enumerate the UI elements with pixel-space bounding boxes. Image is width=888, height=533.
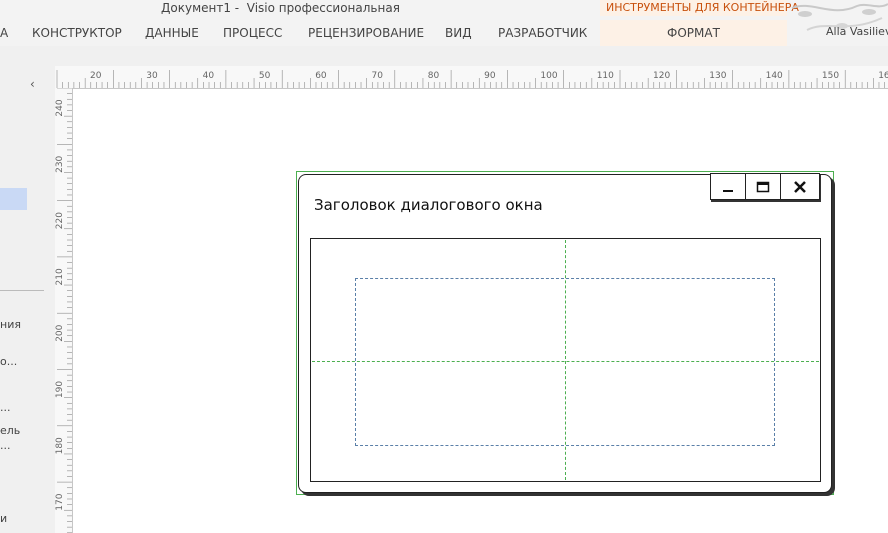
tab-partial[interactable]: А: [0, 26, 8, 40]
tab-review[interactable]: РЕЦЕНЗИРОВАНИЕ: [308, 26, 424, 40]
ruler-label: 220: [55, 212, 65, 229]
panel-selected-item[interactable]: [0, 188, 27, 210]
ribbon-collapsed-area: [0, 46, 888, 66]
ruler-label: 50: [259, 71, 271, 81]
panel-divider: [0, 290, 44, 291]
ruler-label: 90: [484, 71, 496, 81]
panel-item[interactable]: ель: [0, 424, 20, 437]
panel-item[interactable]: ...: [0, 439, 11, 452]
ruler-label: 100: [540, 71, 557, 81]
vertical-ruler: 240 230 220 210 200 190 180 170: [55, 88, 73, 533]
ruler-label: 130: [709, 71, 726, 81]
ruler-label: 60: [315, 71, 327, 81]
ruler-label: 110: [597, 71, 614, 81]
ribbon-decoration: [791, 3, 888, 31]
maximize-icon: [756, 181, 770, 192]
ruler-label: 180: [55, 437, 65, 454]
ruler-label: 240: [55, 99, 65, 116]
ruler-label: 160: [878, 71, 888, 81]
tab-designer[interactable]: КОНСТРУКТОР: [32, 26, 122, 40]
ruler-label: 150: [822, 71, 839, 81]
ruler-label: 80: [428, 71, 440, 81]
ruler-label: 120: [653, 71, 670, 81]
ruler-label: 170: [55, 493, 65, 510]
tab-format-label: ФОРМАТ: [667, 26, 720, 40]
minimize-icon: [723, 189, 733, 192]
horizontal-ruler: 20 30 40 50 60 70 80 90 100 110 120 130 140 150 160: [55, 66, 888, 89]
tab-view[interactable]: ВИД: [445, 26, 472, 40]
ruler-label: 30: [146, 71, 158, 81]
tab-format[interactable]: ФОРМАТ: [600, 20, 787, 46]
panel-item[interactable]: о...: [0, 355, 17, 368]
panel-item[interactable]: ...: [0, 401, 11, 414]
minimize-button[interactable]: [710, 173, 746, 200]
tab-data[interactable]: ДАННЫЕ: [145, 26, 199, 40]
ruler-label: 190: [55, 381, 65, 398]
horizontal-guide: [312, 361, 819, 362]
tab-process[interactable]: ПРОЦЕСС: [223, 26, 282, 40]
ruler-label: 210: [55, 268, 65, 285]
panel-item[interactable]: и: [0, 512, 7, 525]
shapes-panel: ния о... ... ель ... и: [0, 66, 55, 533]
user-name[interactable]: Alla Vasiliev: [826, 25, 888, 38]
collapse-panel-icon[interactable]: ‹: [30, 77, 35, 91]
vertical-guide: [565, 240, 566, 480]
ruler-label: 200: [55, 324, 65, 341]
tab-developer[interactable]: РАЗРАБОТЧИК: [498, 26, 587, 40]
close-button[interactable]: [780, 173, 820, 200]
panel-item[interactable]: ния: [0, 318, 21, 331]
ruler-label: 230: [55, 155, 65, 172]
ruler-label: 40: [203, 71, 215, 81]
window-title: Документ1 - Visio профессиональная: [161, 1, 400, 15]
ruler-label: 70: [372, 71, 384, 81]
ruler-label: 20: [90, 71, 102, 81]
dialog-title[interactable]: Заголовок диалогового окна: [314, 196, 543, 214]
close-icon: [794, 180, 806, 193]
context-tab-group-label: ИНСТРУМЕНТЫ ДЛЯ КОНТЕЙНЕРА: [606, 1, 799, 14]
maximize-button[interactable]: [745, 173, 781, 200]
window-controls: [710, 173, 820, 201]
ruler-label: 140: [766, 71, 783, 81]
